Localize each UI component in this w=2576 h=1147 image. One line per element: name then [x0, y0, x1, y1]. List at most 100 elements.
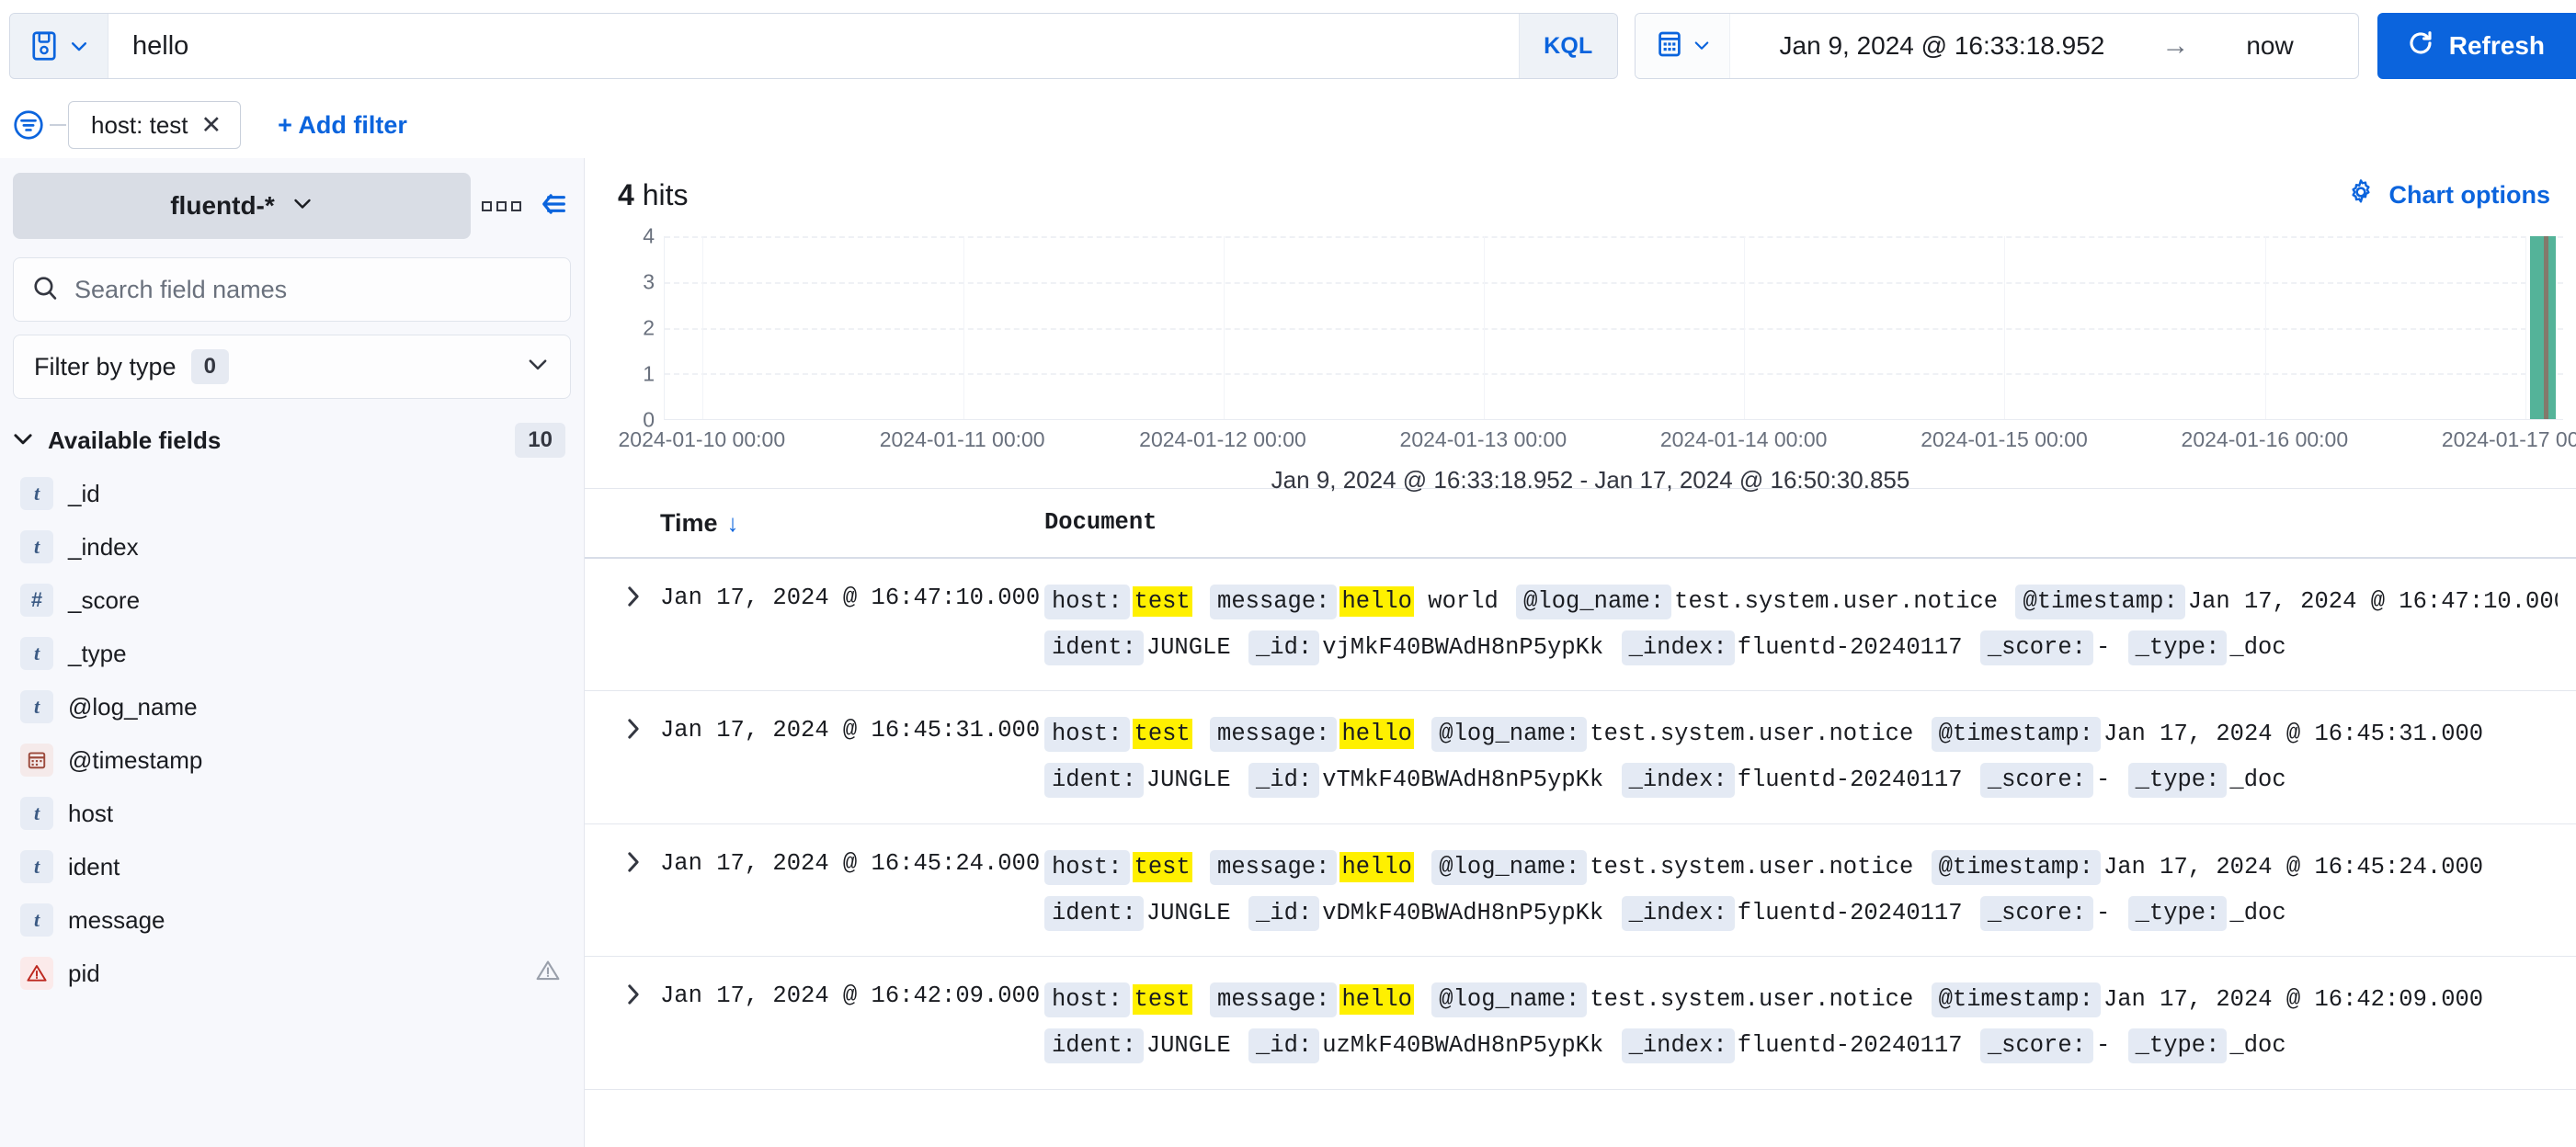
refresh-icon — [2407, 29, 2434, 63]
collapse-sidebar-icon[interactable] — [536, 190, 567, 222]
chevron-right-icon[interactable] — [607, 711, 660, 743]
chart-bar-seam — [2544, 236, 2549, 419]
doc-field-value: Jan 17, 2024 @ 16:42:09.000 — [2103, 986, 2484, 1014]
doc-field-key: _type: — [2127, 630, 2228, 665]
date-start-button[interactable]: Jan 9, 2024 @ 16:33:18.952 — [1739, 31, 2146, 61]
string-field-icon: t — [20, 637, 53, 670]
query-input-group[interactable]: hello KQL — [9, 13, 1618, 79]
doc-field-value: _doc — [2229, 1032, 2286, 1060]
chevron-right-icon[interactable] — [607, 845, 660, 876]
close-icon[interactable]: ✕ — [201, 112, 222, 138]
doc-field-value: vDMkF40BWAdH8nP5ypKk — [1322, 899, 1604, 926]
chart-options-button[interactable]: Chart options — [2347, 178, 2550, 212]
date-quick-select-button[interactable] — [1635, 14, 1730, 78]
chevron-down-icon — [11, 426, 35, 455]
index-pattern-selector[interactable]: fluentd-* — [13, 173, 471, 239]
search-highlight: hello — [1339, 851, 1414, 882]
doc-field-key: @log_name: — [1431, 717, 1588, 753]
field-item-timestamp[interactable]: @timestamp — [13, 733, 575, 787]
doc-field-value: _doc — [2229, 633, 2286, 661]
y-tick-label: 1 — [643, 361, 655, 386]
table-row[interactable]: Jan 17, 2024 @ 16:45:31.000 host: test mes… — [585, 691, 2576, 824]
refresh-button[interactable]: Refresh — [2377, 13, 2576, 79]
doc-field-value: - — [2095, 1032, 2111, 1060]
field-item-pid[interactable]: pid — [13, 947, 575, 1000]
chevron-down-icon — [526, 352, 550, 382]
field-name: message — [68, 905, 165, 934]
search-icon — [32, 275, 58, 305]
chart-gridline — [665, 281, 2563, 284]
field-name: _index — [68, 532, 139, 561]
available-fields-count: 10 — [515, 423, 565, 458]
table-row[interactable]: Jan 17, 2024 @ 16:47:10.000 host: test mes… — [585, 559, 2576, 692]
field-item-type[interactable]: t _type — [13, 627, 575, 680]
field-item-index[interactable]: t _index — [13, 520, 575, 574]
hits-count-text: 4 hits — [618, 178, 688, 212]
doc-field-value: JUNGLE — [1146, 899, 1231, 926]
available-fields-header[interactable]: Available fields 10 — [0, 399, 584, 467]
table-row[interactable]: Jan 17, 2024 @ 16:42:09.000 host: test mes… — [585, 957, 2576, 1090]
sort-descending-arrow[interactable]: ↓ — [727, 509, 739, 538]
doc-line-2: ident: JUNGLE _id: vDMkF40BWAdH8nP5ypKk _i… — [1044, 891, 2558, 937]
chart-plot-area: 43210 — [618, 224, 2563, 432]
doc-field-key: _type: — [2127, 1028, 2228, 1064]
table-row[interactable]: Jan 17, 2024 @ 16:45:24.000 host: test mes… — [585, 824, 2576, 958]
search-highlight: hello — [1339, 586, 1414, 617]
date-end-button[interactable]: now — [2206, 31, 2348, 61]
number-field-icon: # — [20, 584, 53, 617]
filter-icon[interactable] — [7, 109, 50, 141]
available-fields-list: t _id t _index # _score t _type t @log_name @times… — [0, 467, 584, 1009]
histogram-chart[interactable]: 43210 2024-01-10 00:00 2024-01-11 00:00 20… — [585, 212, 2576, 494]
chart-vertical-gridline — [2004, 236, 2006, 419]
doc-field-key: _index: — [1621, 895, 1735, 931]
field-search-box[interactable]: Search field names — [13, 257, 571, 322]
filter-by-type-count: 0 — [190, 349, 229, 384]
doc-field-key: @timestamp: — [1931, 849, 2101, 885]
field-search-input[interactable]: Search field names — [74, 276, 287, 304]
chevron-right-icon[interactable] — [607, 579, 660, 610]
doc-field-key: @timestamp: — [1931, 982, 2101, 1018]
available-fields-label: Available fields — [48, 426, 222, 454]
document-column-header: Document — [1044, 509, 1157, 537]
search-input[interactable]: hello — [108, 14, 1520, 78]
doc-field-key: _index: — [1621, 1028, 1735, 1064]
doc-field-key: _index: — [1621, 763, 1735, 799]
x-tick-label: 2024-01-14 00:00 — [1659, 427, 1828, 451]
filter-by-type-button[interactable]: Filter by type 0 — [13, 335, 571, 399]
chart-bars-area — [664, 236, 2563, 420]
doc-field-value: vTMkF40BWAdH8nP5ypKk — [1322, 767, 1604, 794]
field-item-ident[interactable]: t ident — [13, 840, 575, 893]
row-timestamp: Jan 17, 2024 @ 16:45:24.000 — [660, 849, 1041, 877]
date-arrow-icon: → — [2161, 30, 2190, 61]
documents-table: Time ↓ Document Jan 17, 2024 @ 16:47:10.… — [585, 488, 2576, 1147]
doc-field-key: host: — [1044, 849, 1130, 885]
time-column-header[interactable]: Time ↓ — [660, 509, 1044, 538]
chart-vertical-gridline — [1483, 236, 1485, 419]
doc-field-key: message: — [1210, 717, 1338, 753]
add-filter-button[interactable]: + Add filter — [278, 111, 407, 140]
field-name: _score — [68, 585, 141, 614]
doc-field-value: fluentd-20240117 — [1737, 767, 1963, 794]
field-item-message[interactable]: t message — [13, 893, 575, 947]
chevron-down-icon — [69, 36, 89, 56]
chevron-down-icon — [291, 191, 313, 221]
doc-field-value: vjMkF40BWAdH8nP5ypKk — [1322, 633, 1604, 661]
row-document: host: test message: hello @log_name: test.s… — [1044, 977, 2558, 1068]
saved-query-button[interactable] — [10, 14, 108, 78]
search-highlight: test — [1132, 719, 1192, 750]
date-range-picker[interactable]: Jan 9, 2024 @ 16:33:18.952 → now — [1634, 13, 2359, 79]
chart-gridline — [665, 236, 2563, 238]
field-item-host[interactable]: t host — [13, 787, 575, 840]
field-item-id[interactable]: t _id — [13, 467, 575, 520]
gear-icon — [2347, 178, 2375, 212]
field-item-score[interactable]: # _score — [13, 574, 575, 627]
string-field-icon: t — [20, 903, 53, 937]
chart-vertical-gridline — [2525, 236, 2526, 419]
filter-pill-host-test[interactable]: host: test ✕ — [68, 101, 242, 149]
grid-columns-icon[interactable] — [482, 200, 521, 211]
query-language-button[interactable]: KQL — [1519, 14, 1617, 78]
field-item-logname[interactable]: t @log_name — [13, 680, 575, 733]
chevron-right-icon[interactable] — [607, 977, 660, 1008]
filter-bar: host: test ✕ + Add filter — [0, 92, 2576, 158]
chart-bar[interactable] — [2529, 236, 2556, 419]
